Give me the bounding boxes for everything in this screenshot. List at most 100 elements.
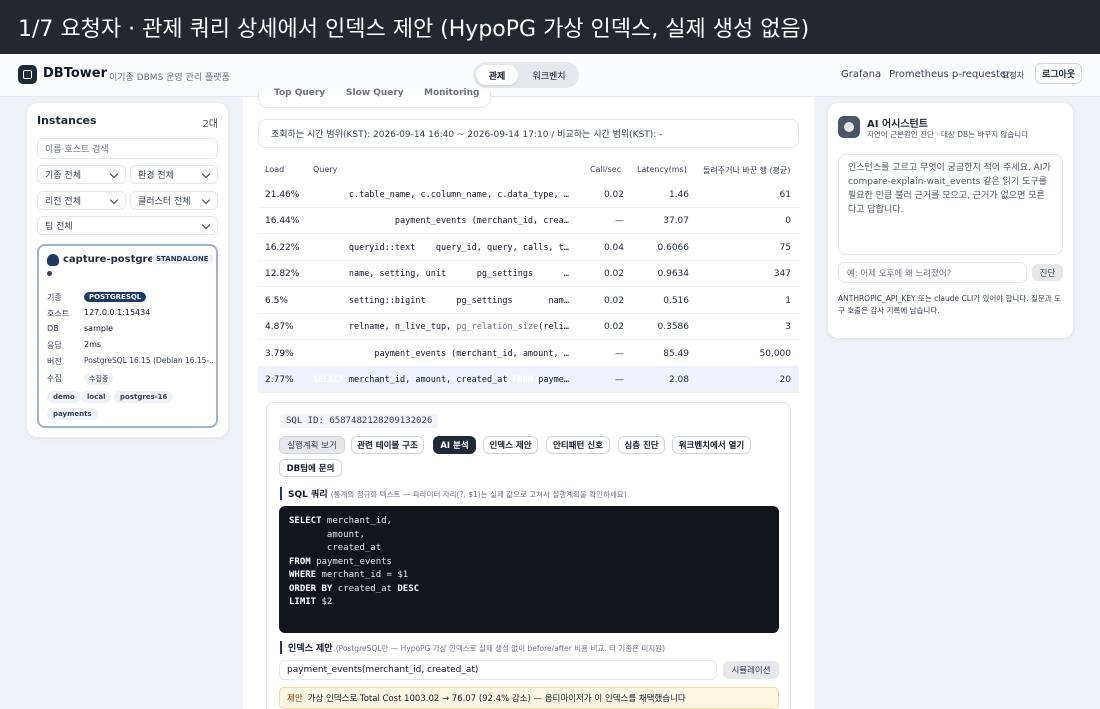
latency-value: 2ms xyxy=(84,340,102,349)
version-value: PostgreSQL 16.15 (Debian 16.15-... xyxy=(84,356,214,365)
row-load: 4.87% xyxy=(265,322,294,332)
col-rows: 돌려주거나 바꾼 행 (평균) xyxy=(703,166,791,175)
row-latency: 85.49 xyxy=(663,349,689,359)
row-load: 12.82% xyxy=(265,269,300,279)
col-query: Query xyxy=(313,165,338,174)
query-detail-card: SQL ID: 6587482128209132026 실행계획 보기 관련 테… xyxy=(266,402,791,709)
index-title: 인덱스 제안 xyxy=(288,644,333,654)
row-query: SELECT c.table_name, c.column_name, c.da… xyxy=(313,190,573,200)
related-tables-button[interactable]: 관련 테이블 구조 xyxy=(351,436,424,454)
sql-id: SQL ID: 6587482128209132026 xyxy=(280,414,439,428)
grafana-link[interactable]: Grafana xyxy=(841,69,881,80)
row-load: 6.5% xyxy=(265,296,288,306)
field-key: 수집 xyxy=(47,374,62,383)
table-row[interactable]: 6.5% SELECT setting::bigint FROM pg_sett… xyxy=(258,288,799,314)
field-key: 버전 xyxy=(47,357,62,366)
index-suggest-button[interactable]: 인덱스 제안 xyxy=(483,436,538,454)
row-calls: 0.02 xyxy=(603,190,624,200)
time-range: 조회하는 시간 범위(KST): 2026-09-14 16:40 ~ 2026… xyxy=(258,119,799,148)
team-filter-select[interactable]: 팀 전체 xyxy=(37,216,218,235)
cluster-filter-label: 클러스터 전체 xyxy=(138,197,191,207)
index-definition-input[interactable]: payment_events(merchant_id, created_at) xyxy=(279,660,717,680)
brand-subtitle: 이기종 DBMS 운영 관리 플랫폼 xyxy=(109,73,230,83)
assistant-icon xyxy=(838,116,860,138)
assistant-title: AI 어시스턴트 xyxy=(867,119,928,130)
table-row[interactable]: 12.82% SELECT name, setting, unit FROM p… xyxy=(258,261,799,287)
diagnose-button[interactable]: 진단 xyxy=(1032,264,1063,281)
tab-monitoring-sub[interactable]: Monitoring xyxy=(424,88,480,98)
instance-card[interactable]: capture-postgres STANDALONE 기종 POSTGRESQ… xyxy=(37,244,218,428)
explain-plan-button[interactable]: 실행계획 보기 xyxy=(279,436,345,454)
row-load: 21.46% xyxy=(265,190,300,200)
ask-dba-button[interactable]: DB팀에 문의 xyxy=(279,459,342,477)
role-badge: 요청자 xyxy=(1002,71,1025,80)
region-filter-select[interactable]: 리전 전체 xyxy=(37,191,126,210)
chevron-down-icon xyxy=(109,169,119,179)
row-calls: 0.02 xyxy=(603,322,624,332)
tab-top-query[interactable]: Top Query xyxy=(274,88,325,98)
logo-icon xyxy=(18,65,37,84)
tab-workbench[interactable]: 워크벤치 xyxy=(521,65,577,85)
assistant-subtitle: 자연어 근본원인 진단 · 대상 DB는 바꾸지 않습니다 xyxy=(867,130,1029,139)
table-row[interactable]: 16.44% CREATE INDEX ON payment_events (m… xyxy=(258,208,799,234)
baseline-filter-label: 기종 전체 xyxy=(45,171,81,181)
field-key: 기종 xyxy=(47,293,62,302)
instance-search-input[interactable]: 이름·호스트 검색 xyxy=(37,138,218,159)
row-latency: 0.3586 xyxy=(657,322,690,332)
ai-assistant-panel: AI 어시스턴트 자연어 근본원인 진단 · 대상 DB는 바꾸지 않습니다 인… xyxy=(828,103,1073,338)
row-latency: 0.9634 xyxy=(657,269,690,279)
row-calls: — xyxy=(615,349,624,359)
user-name: Prometheus p-requester xyxy=(889,69,1011,80)
assistant-question-input[interactable]: 예: 어제 오후에 왜 느려졌어? xyxy=(838,262,1027,283)
row-rows: 0 xyxy=(785,216,791,226)
query-detail-panel: Top Query Slow Query Monitoring 조회하는 시간 … xyxy=(243,88,814,709)
table-row[interactable]: 16.22% SELECT queryid::text AS query_id,… xyxy=(258,235,799,261)
row-rows: 347 xyxy=(773,269,791,279)
field-key: DB xyxy=(47,324,59,333)
brand-name: DBTower xyxy=(43,66,108,81)
table-row[interactable]: 4.87% SELECT relname, n_live_tup, pg_rel… xyxy=(258,314,799,340)
row-calls: 0.04 xyxy=(603,243,624,253)
table-row-selected[interactable]: 2.77% SELECT merchant_id, amount, create… xyxy=(258,367,799,393)
row-query: SELECT name, setting, unit FROM pg_setti… xyxy=(313,269,573,279)
dbms-badge: POSTGRESQL xyxy=(84,292,147,302)
row-load: 16.44% xyxy=(265,216,300,226)
tab-slow-query[interactable]: Slow Query xyxy=(346,88,404,98)
open-workbench-button[interactable]: 워크벤치에서 열기 xyxy=(672,436,751,454)
assistant-note: ANTHROPIC_API_KEY 또는 claude CLI가 있어야 합니다… xyxy=(838,294,1061,315)
main-nav: 관제 워크벤치 xyxy=(473,62,579,88)
row-latency: 37.07 xyxy=(663,216,689,226)
index-section-title: 인덱스 제안 (PostgreSQL만 — HypoPG 가상 인덱스로 실제 … xyxy=(280,641,665,654)
db-value: sample xyxy=(84,324,114,333)
postgres-icon xyxy=(47,254,59,266)
env-filter-select[interactable]: 환경 전체 xyxy=(130,165,218,184)
table-row[interactable]: 21.46% SELECT c.table_name, c.column_nam… xyxy=(258,182,799,208)
row-rows: 20 xyxy=(779,375,791,385)
simulate-button[interactable]: 시뮬레이션 xyxy=(723,661,779,679)
ai-analysis-button[interactable]: AI 분석 xyxy=(433,436,476,454)
antipattern-button[interactable]: 안티패턴 신호 xyxy=(546,436,610,454)
baseline-filter-select[interactable]: 기종 전체 xyxy=(37,165,126,184)
deep-diagnosis-button[interactable]: 심층 진단 xyxy=(618,436,665,454)
row-query: INSERT INTO payment_events (merchant_id,… xyxy=(313,349,573,359)
env-filter-label: 환경 전체 xyxy=(138,171,174,181)
index-note: (PostgreSQL만 — HypoPG 가상 인덱스로 실제 생성 없이 b… xyxy=(335,644,666,653)
row-latency: 1.46 xyxy=(668,190,689,200)
cluster-filter-select[interactable]: 클러스터 전체 xyxy=(130,191,218,210)
team-filter-label: 팀 전체 xyxy=(45,222,73,232)
row-load: 2.77% xyxy=(265,375,294,385)
instances-panel: Instances 2대 이름·호스트 검색 기종 전체 환경 전체 리전 전체… xyxy=(27,103,228,437)
row-rows: 75 xyxy=(779,243,791,253)
sql-section-title: SQL 쿼리 (통계의 정규화 텍스트 — 파라미터 자리(?, $1)는 실제… xyxy=(280,487,627,500)
col-latency: Latency(ms) xyxy=(637,165,687,174)
logout-button[interactable]: 로그아웃 xyxy=(1035,63,1082,84)
row-load: 16.22% xyxy=(265,243,300,253)
table-row[interactable]: 3.79% INSERT INTO payment_events (mercha… xyxy=(258,341,799,367)
row-query: SELECT relname, n_live_tup, pg_relation_… xyxy=(313,322,573,332)
tab-monitoring[interactable]: 관제 xyxy=(476,65,518,85)
top-header: DBTower 이기종 DBMS 운영 관리 플랫폼 관제 워크벤치 Grafa… xyxy=(0,54,1100,97)
mode-badge: STANDALONE xyxy=(152,254,213,264)
row-calls: 0.02 xyxy=(603,296,624,306)
tutorial-banner: 1/7 요청자 · 관제 쿼리 상세에서 인덱스 제안 (HypoPG 가상 인… xyxy=(0,0,1100,54)
instance-name: capture-postgres xyxy=(63,254,161,265)
